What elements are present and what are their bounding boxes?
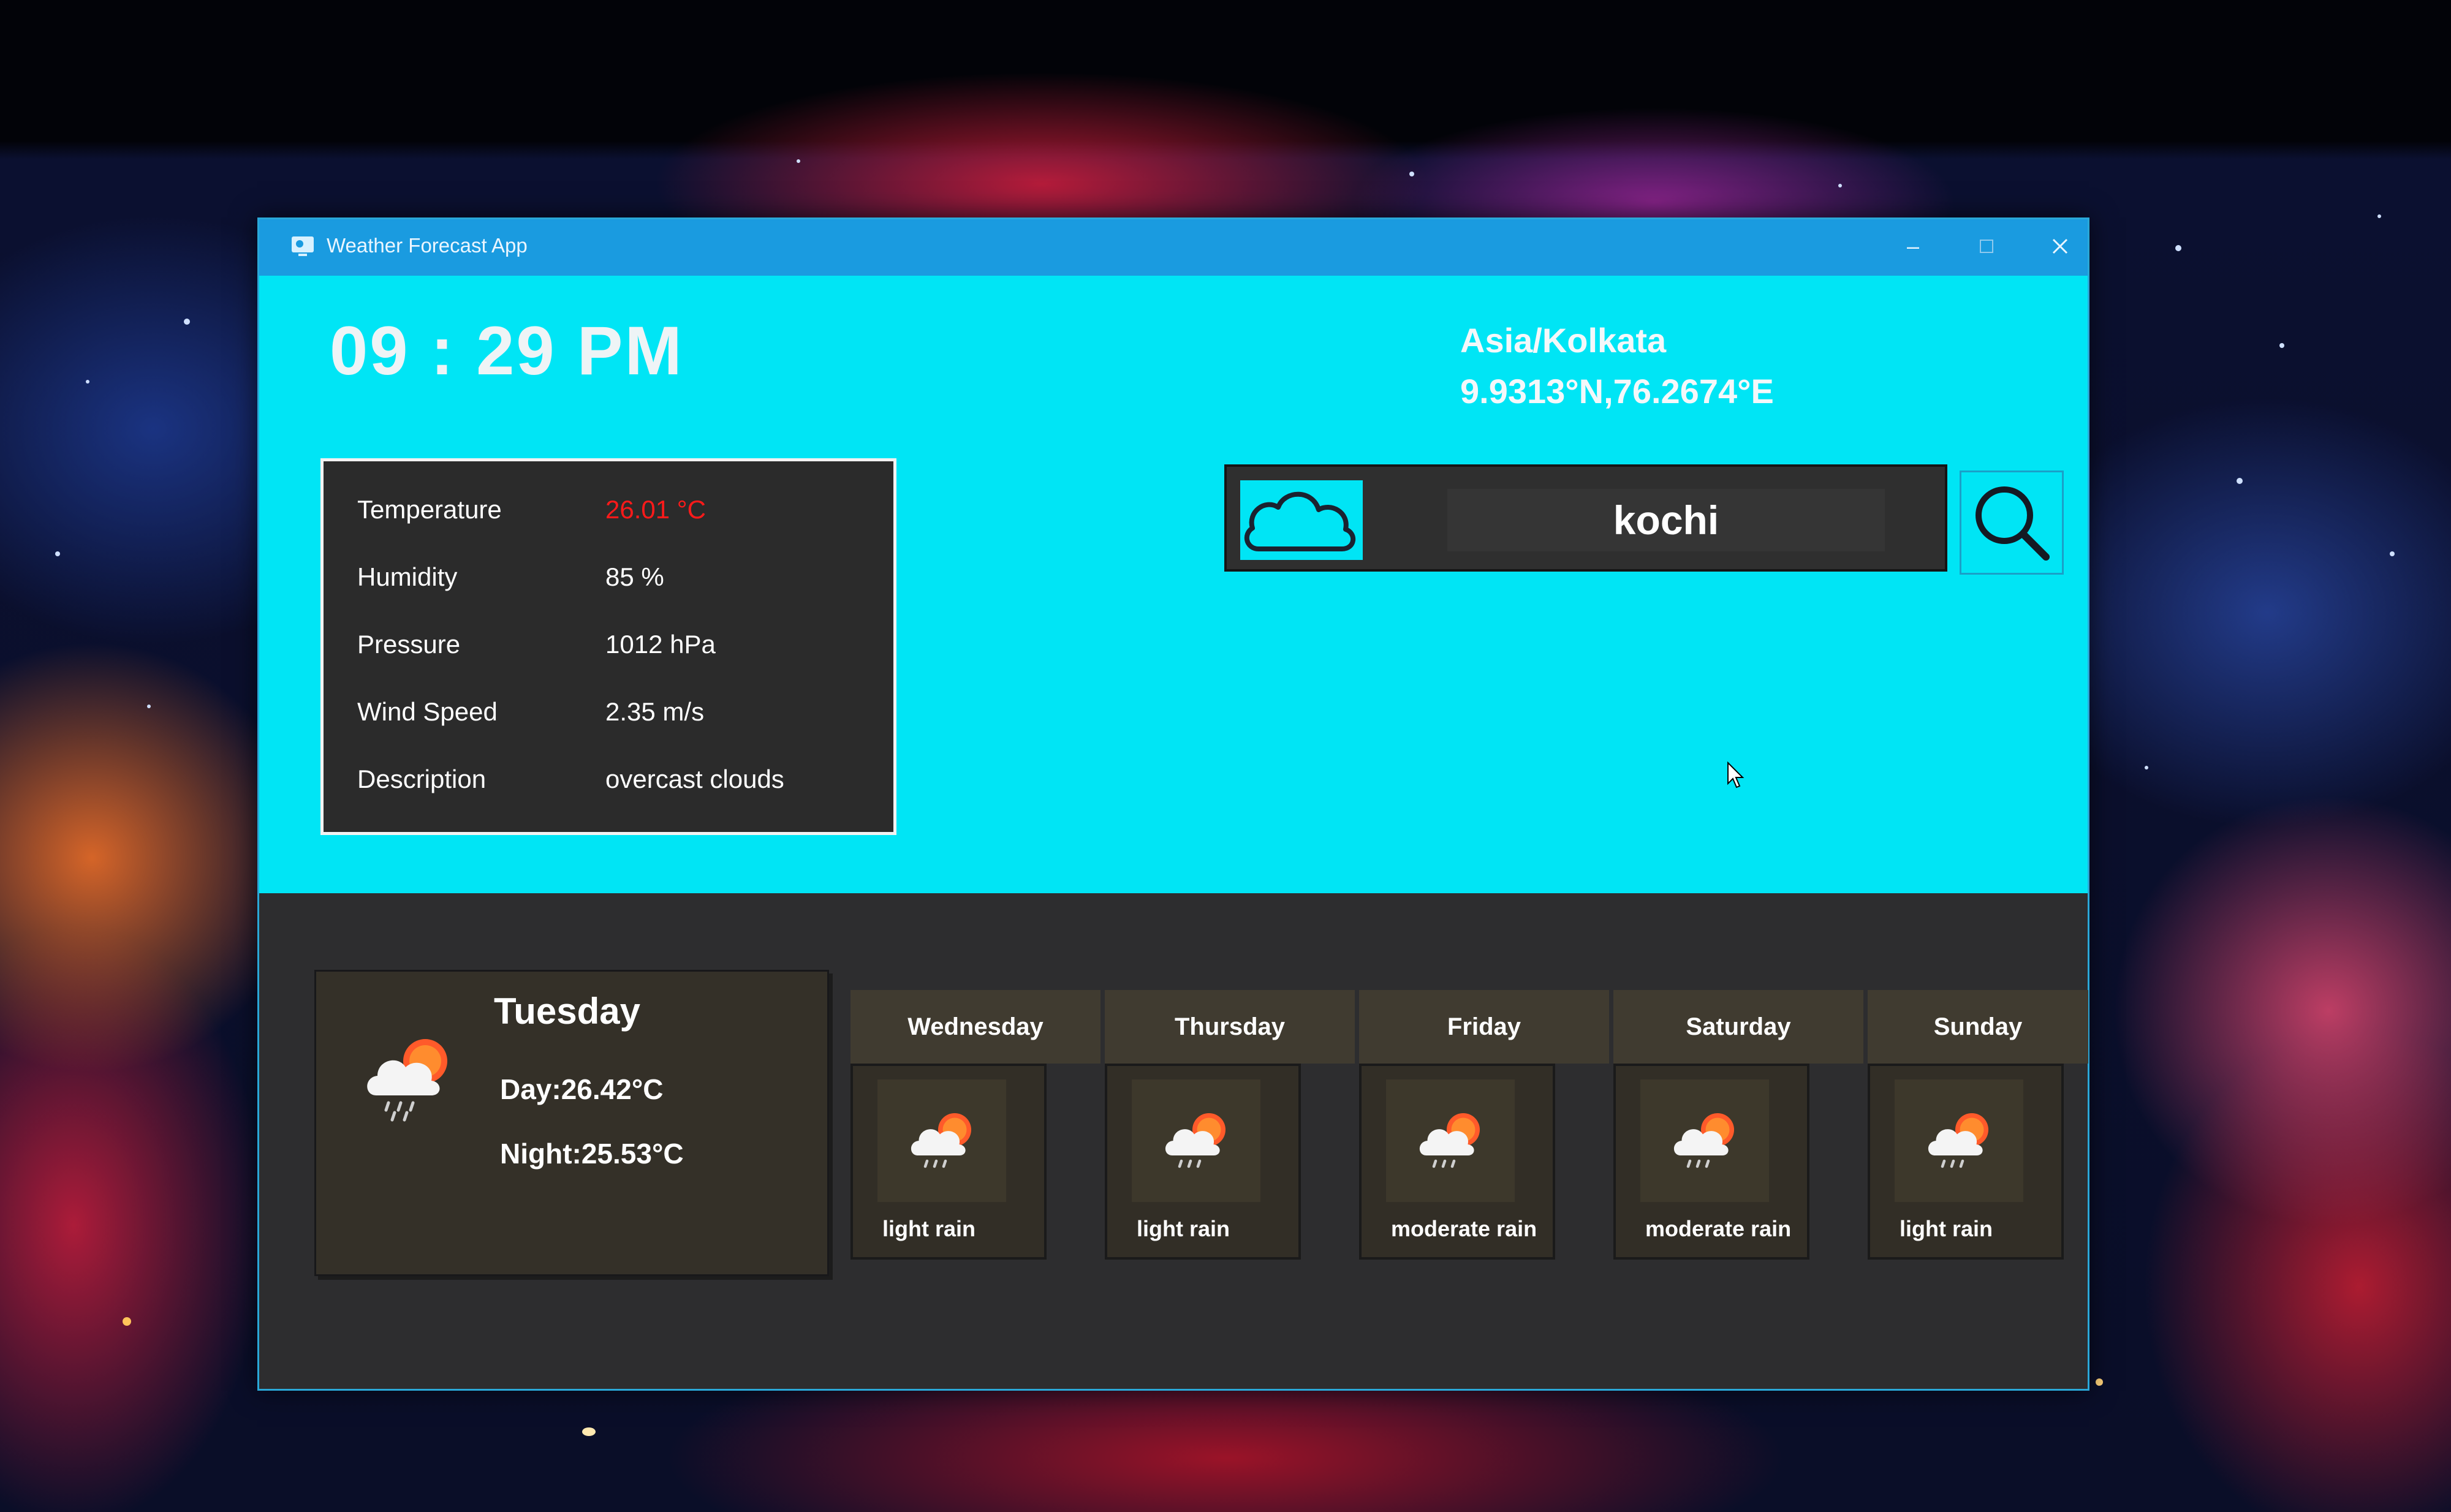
humidity-row: Humidity 85 % [324,562,893,611]
wind-speed-row: Wind Speed 2.35 m/s [324,697,893,746]
close-icon [2052,238,2068,254]
temperature-row: Temperature 26.01 °C [324,495,893,544]
coordinates-label: 9.9313°N,76.2674°E [1460,372,1774,410]
window-title: Weather Forecast App [327,234,528,257]
forecast-day-thursday: Thursday light rain [1105,990,1355,1260]
rain-cloud-sun-icon [1419,1113,1480,1168]
maximize-icon [1980,240,1993,253]
humidity-value: 85 % [605,562,664,591]
pressure-row: Pressure 1012 hPa [324,630,893,679]
forecast-description: moderate rain [1391,1216,1537,1241]
forecast-card: light rain [1868,1064,2064,1260]
rain-cloud-sun-icon [1165,1113,1226,1168]
wind-speed-value: 2.35 m/s [605,697,705,726]
forecast-day-name: Wednesday [850,990,1100,1064]
today-card: Tuesday Day:26.42°C Night:25.53°C [314,970,829,1276]
forecast-icon-tile [1895,1079,2023,1202]
forecast-card: light rain [1105,1064,1301,1260]
description-row: Description overcast clouds [324,765,893,814]
cloud-logo-tile [1240,480,1363,560]
today-day-temp: Day:26.42°C [500,1073,664,1105]
forecast-card: light rain [850,1064,1047,1260]
today-night-temp: Night:25.53°C [500,1138,684,1170]
rain-cloud-sun-icon [367,1039,447,1122]
city-search-input[interactable] [1447,489,1885,551]
rain-cloud-sun-icon [1673,1113,1734,1168]
search-bar [1224,464,1947,572]
humidity-label: Humidity [357,562,458,591]
rain-cloud-sun-icon [1928,1113,1988,1168]
forecast-description: light rain [1137,1216,1230,1241]
temperature-value: 26.01 °C [605,495,706,524]
forecast-description: light rain [882,1216,975,1241]
forecast-card: moderate rain [1613,1064,1809,1260]
forecast-section: Tuesday Day:26.42°C Night:25.53°C Wednes… [259,893,2088,1389]
forecast-icon-tile [877,1079,1006,1202]
forecast-card: moderate rain [1359,1064,1555,1260]
forecast-icon-tile [1132,1079,1260,1202]
cloud-outline-icon [1244,491,1356,551]
wind-speed-label: Wind Speed [357,697,498,726]
temperature-label: Temperature [357,495,502,524]
forecast-day-saturday: Saturday moderate rain [1613,990,1863,1260]
current-weather-panel: Temperature 26.01 °C Humidity 85 % Press… [320,458,896,835]
weather-app-window: Weather Forecast App – 09 : 29 PM Asia/K… [257,217,2089,1391]
forecast-day-wednesday: Wednesday light rain [850,990,1100,1260]
forecast-description: moderate rain [1645,1216,1792,1241]
pressure-value: 1012 hPa [605,630,716,659]
maximize-button[interactable] [1959,228,2014,265]
window-titlebar[interactable]: Weather Forecast App – [259,219,2088,276]
description-label: Description [357,765,487,793]
search-button[interactable] [1960,471,2064,575]
mouse-pointer-icon [1727,762,1744,788]
forecast-day-name: Sunday [1868,990,2088,1064]
minimize-button[interactable]: – [1885,228,1941,265]
pressure-label: Pressure [357,630,461,659]
forecast-description: light rain [1900,1216,1993,1241]
today-day: Tuesday [494,991,640,1032]
clock: 09 : 29 PM [330,312,684,389]
close-button[interactable] [2032,228,2088,265]
forecast-day-name: Friday [1359,990,1609,1064]
timezone-label: Asia/Kolkata [1460,321,1667,360]
forecast-day-name: Thursday [1105,990,1355,1064]
forecast-icon-tile [1640,1079,1769,1202]
app-icon [292,236,314,256]
rain-cloud-sun-icon [911,1113,971,1168]
forecast-icon-tile [1386,1079,1515,1202]
description-value: overcast clouds [605,765,784,793]
magnifier-icon [1976,486,2050,561]
forecast-day-friday: Friday moderate rain [1359,990,1609,1260]
forecast-day-sunday: Sunday light rain [1868,990,2088,1260]
forecast-day-name: Saturday [1613,990,1863,1064]
